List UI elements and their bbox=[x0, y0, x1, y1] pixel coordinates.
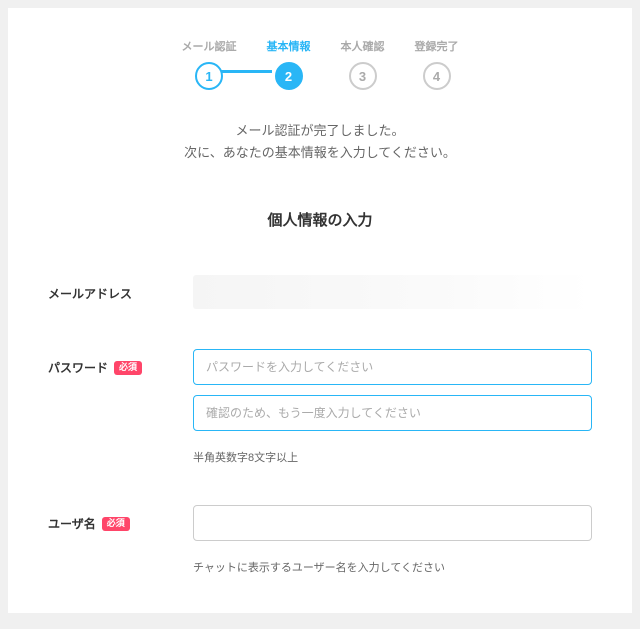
info-message-1: メール認証が完了しました。 bbox=[48, 120, 592, 142]
step-label: 基本情報 bbox=[267, 38, 311, 54]
section-title: 個人情報の入力 bbox=[48, 209, 592, 230]
step-basic-info: 基本情報 2 bbox=[267, 38, 311, 90]
step-label: メール認証 bbox=[182, 38, 237, 54]
step-number: 4 bbox=[423, 62, 451, 90]
step-number: 3 bbox=[349, 62, 377, 90]
step-label: 本人確認 bbox=[341, 38, 385, 54]
email-label: メールアドレス bbox=[48, 275, 193, 302]
step-identity-verification: 本人確認 3 bbox=[341, 38, 385, 90]
password-label: パスワード 必須 bbox=[48, 349, 193, 376]
username-hint: チャットに表示するユーザー名を入力してください bbox=[193, 559, 592, 575]
field-row-email: メールアドレス bbox=[48, 275, 592, 309]
required-badge: 必須 bbox=[114, 361, 142, 375]
username-label: ユーザ名 必須 bbox=[48, 505, 193, 532]
username-input[interactable] bbox=[193, 505, 592, 541]
info-message-block: メール認証が完了しました。 次に、あなたの基本情報を入力してください。 bbox=[48, 120, 592, 164]
registration-form-container: メール認証 1 基本情報 2 本人確認 3 登録完了 4 メール認証が完了しまし… bbox=[8, 8, 632, 613]
step-number: 2 bbox=[275, 62, 303, 90]
step-complete: 登録完了 4 bbox=[415, 38, 459, 90]
required-badge: 必須 bbox=[102, 517, 130, 531]
password-hint: 半角英数字8文字以上 bbox=[193, 449, 592, 465]
password-input[interactable] bbox=[193, 349, 592, 385]
step-label: 登録完了 bbox=[415, 38, 459, 54]
password-confirm-input[interactable] bbox=[193, 395, 592, 431]
progress-stepper: メール認証 1 基本情報 2 本人確認 3 登録完了 4 bbox=[48, 38, 592, 90]
step-number: 1 bbox=[195, 62, 223, 90]
email-value bbox=[193, 275, 592, 309]
step-email-verification: メール認証 1 bbox=[182, 38, 237, 90]
info-message-2: 次に、あなたの基本情報を入力してください。 bbox=[48, 142, 592, 164]
field-row-username: ユーザ名 必須 チャットに表示するユーザー名を入力してください bbox=[48, 505, 592, 575]
field-row-password: パスワード 必須 半角英数字8文字以上 bbox=[48, 349, 592, 465]
